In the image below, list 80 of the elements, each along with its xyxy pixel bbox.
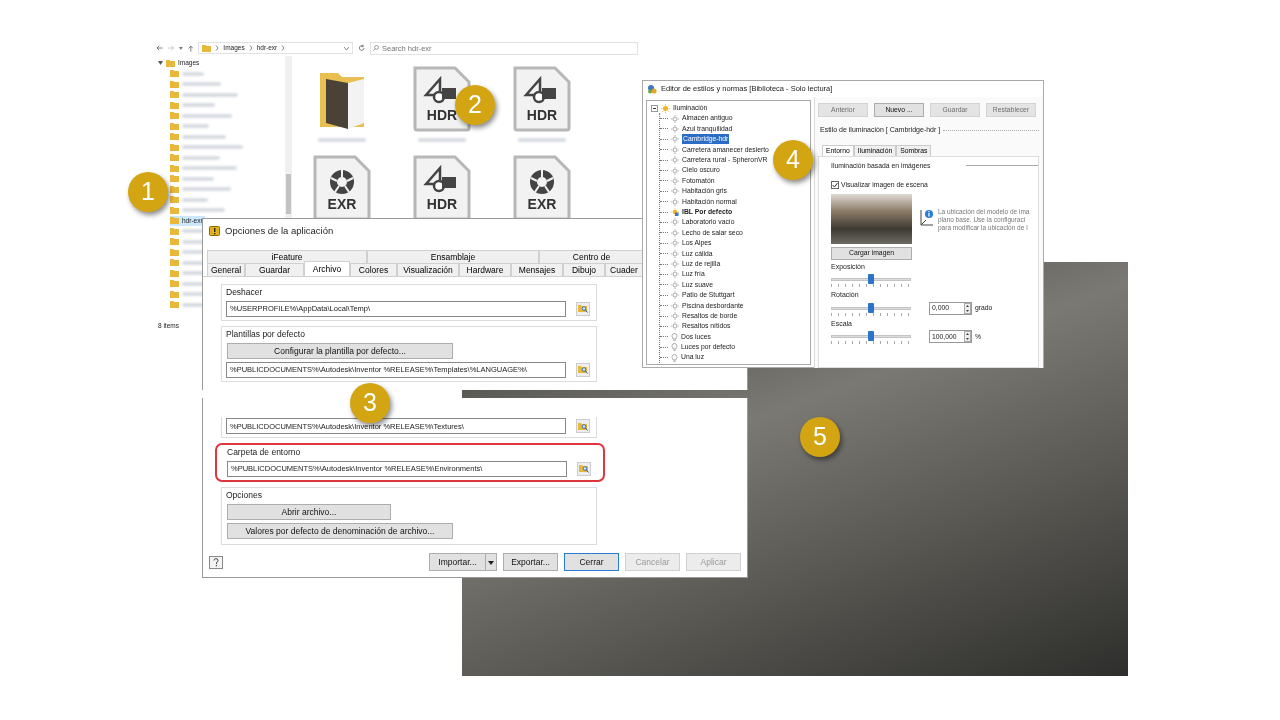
image-file-icon[interactable]: HDR <box>512 65 572 133</box>
blurred-label <box>518 138 566 142</box>
blurred-label <box>182 166 237 171</box>
browse-button[interactable] <box>577 461 591 476</box>
caret-down-icon[interactable] <box>158 61 163 66</box>
slider-thumb[interactable] <box>868 331 874 342</box>
help-icon[interactable] <box>209 555 223 569</box>
blurred-label <box>182 124 209 129</box>
tab[interactable]: Mensajes <box>511 263 563 276</box>
blurred-label <box>182 208 225 213</box>
sun-icon <box>661 103 670 113</box>
tab[interactable]: Visualización <box>397 263 459 276</box>
browse-button[interactable] <box>576 419 590 433</box>
group-label: Opciones <box>226 488 263 502</box>
up-arrow-icon[interactable] <box>187 44 194 52</box>
light-bulb-icon <box>671 332 678 341</box>
folder-search-icon <box>578 365 588 374</box>
blurred-label <box>418 138 466 142</box>
folder-search-icon <box>578 304 588 314</box>
caret-icon[interactable] <box>179 46 183 50</box>
option-button[interactable]: Abrir archivo... <box>227 503 391 520</box>
chevron-icon <box>281 45 286 51</box>
chevron-icon <box>248 45 253 51</box>
folder-search-icon <box>578 421 588 431</box>
tab[interactable]: General <box>207 263 245 276</box>
tab[interactable]: Dibujo <box>563 263 605 276</box>
search-icon <box>373 45 379 51</box>
blurred-label <box>182 145 243 150</box>
blurred-label <box>182 187 231 192</box>
window-title: Opciones de la aplicación <box>225 223 334 238</box>
blurred-label <box>182 197 208 202</box>
tab[interactable]: iFeature <box>207 250 367 263</box>
dialog-button[interactable]: Exportar... <box>503 553 558 571</box>
group-label: Plantillas por defecto <box>226 327 306 341</box>
blurred-label <box>182 82 221 87</box>
group-label: Carpeta de entorno <box>227 446 302 459</box>
slider-thumb[interactable] <box>868 274 874 285</box>
tab[interactable]: Ensamblaje <box>367 250 539 263</box>
sun-icon <box>671 322 679 331</box>
app-icon <box>209 226 220 236</box>
style-icon <box>647 84 657 94</box>
blurred-label <box>182 113 232 118</box>
browse-button[interactable] <box>576 362 590 377</box>
blurred-label <box>182 71 204 76</box>
checkbox[interactable] <box>831 180 839 189</box>
blurred-label <box>182 176 214 181</box>
option-button[interactable]: Configurar la plantilla por defecto... <box>227 342 453 359</box>
tab[interactable]: Cuader <box>605 263 643 276</box>
slider-thumb[interactable] <box>868 302 874 313</box>
tab[interactable]: Colores <box>350 263 397 276</box>
dialog-button[interactable]: Cerrar <box>564 553 619 571</box>
tab[interactable]: Hardware <box>459 263 511 276</box>
group-label: Deshacer <box>226 286 264 299</box>
tree-item[interactable] <box>170 194 210 205</box>
refresh-icon[interactable] <box>357 44 365 52</box>
blurred-label <box>182 103 215 108</box>
collapse-icon[interactable] <box>651 104 658 112</box>
tab[interactable]: Archivo <box>304 261 350 276</box>
tab[interactable]: Guardar <box>245 263 304 276</box>
folder-icon <box>202 44 212 52</box>
browse-button[interactable] <box>576 301 590 316</box>
caret-icon[interactable] <box>343 46 349 50</box>
blurred-label <box>182 92 238 97</box>
chevron-icon <box>215 45 220 51</box>
dropdown-button[interactable] <box>486 553 497 571</box>
callout-number: 1 <box>128 172 168 212</box>
back-arrow-icon[interactable] <box>156 45 163 51</box>
blurred-label <box>182 155 220 160</box>
blurred-label <box>182 134 226 139</box>
spin-arrows-icon[interactable] <box>964 331 971 343</box>
tab[interactable]: Centro de <box>539 250 644 263</box>
spin-arrows-icon[interactable] <box>964 302 971 314</box>
tree-item[interactable] <box>170 184 233 195</box>
option-button[interactable]: Valores por defecto de denominación de archivo... <box>227 522 453 539</box>
caret-icon <box>488 560 494 565</box>
dialog-button[interactable]: Importar... <box>429 553 486 571</box>
blurred-label <box>318 138 366 142</box>
sun-icon <box>671 312 679 320</box>
info-icon <box>920 207 934 226</box>
folder-search-icon <box>579 464 589 474</box>
